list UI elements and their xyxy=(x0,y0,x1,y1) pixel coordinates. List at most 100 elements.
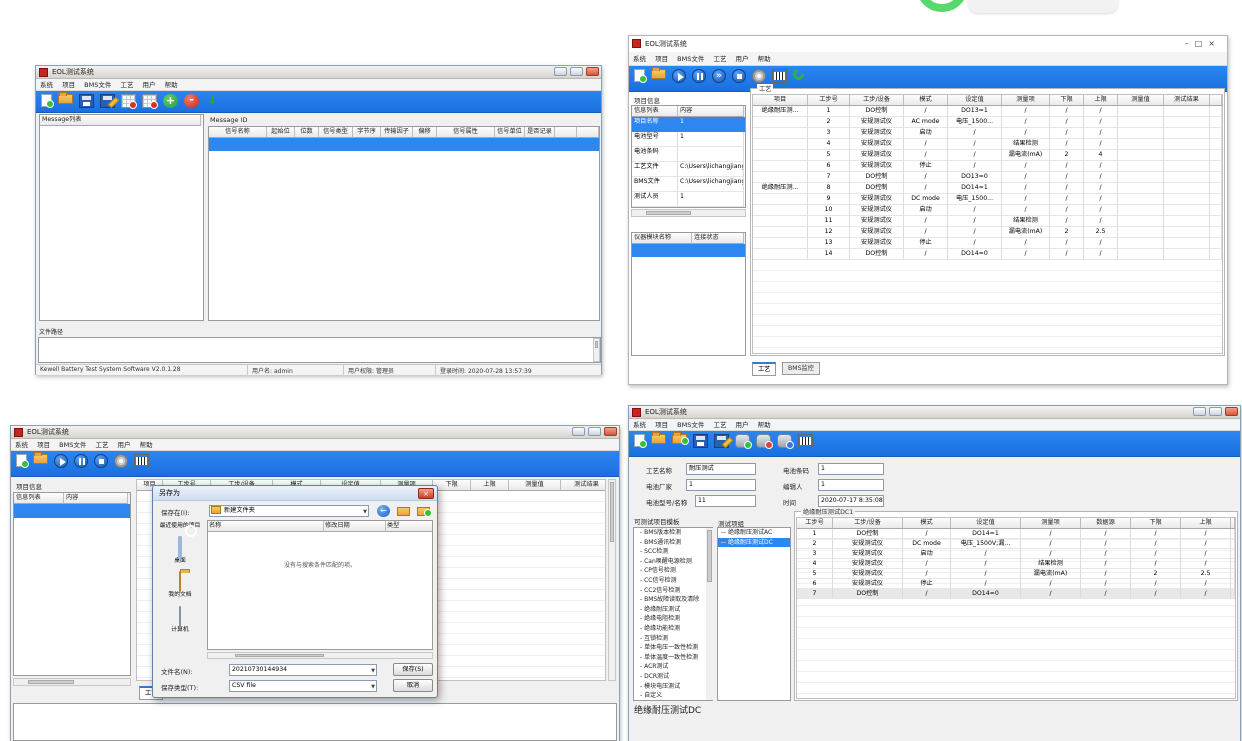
place-recent[interactable]: 最近使用的项目 xyxy=(157,523,203,530)
file-type-select[interactable]: CSV file xyxy=(229,680,377,692)
table-row[interactable]: 5安规测试仪//漏电流(mA)/22.5 xyxy=(797,569,1235,579)
header-cell[interactable]: 信号名称 xyxy=(209,127,267,138)
table-row[interactable] xyxy=(14,504,130,518)
sidebar-hscroll[interactable] xyxy=(631,209,746,217)
open-icon[interactable] xyxy=(651,434,666,444)
header-cell[interactable]: 信号单位 xyxy=(495,127,525,138)
header-cell[interactable]: 信息列表 xyxy=(632,106,678,117)
close-button[interactable]: × xyxy=(1208,39,1221,48)
header-cell[interactable]: 起始位 xyxy=(267,127,295,138)
menu-project[interactable]: 项目 xyxy=(37,439,50,451)
header-cell[interactable]: 模式 xyxy=(904,95,948,106)
maximize-button[interactable] xyxy=(1209,407,1222,416)
menu-bms-file[interactable]: BMS文件 xyxy=(677,52,704,66)
refresh-icon[interactable] xyxy=(791,67,806,82)
table-row[interactable]: 绝缘耐压测...8DO控制/DO14=1/// xyxy=(753,183,1222,194)
header-cell[interactable]: 下限 xyxy=(1131,518,1181,529)
file-name-input[interactable]: 20210730144934 xyxy=(229,664,377,676)
list-item[interactable]: - 绝缘功能检测 xyxy=(634,624,712,634)
table-row[interactable]: 测试人员1 xyxy=(632,192,745,207)
header-cell[interactable]: 测试结果 xyxy=(1164,95,1210,106)
minimize-button[interactable]: – xyxy=(1185,39,1195,48)
list-item[interactable]: - 绝缘耐压测试 xyxy=(634,605,712,615)
table-row[interactable]: 6安规测试仪停止//// xyxy=(753,161,1222,172)
header-cell[interactable]: 数据源 xyxy=(1081,518,1131,529)
header-cell[interactable]: 测量项 xyxy=(1021,518,1081,529)
sidebar-hscroll[interactable] xyxy=(13,678,131,686)
table-row[interactable]: 6安规测试仪停止///// xyxy=(797,579,1235,589)
table-row[interactable] xyxy=(632,244,745,257)
header-cell[interactable] xyxy=(1210,95,1222,106)
header-cell[interactable]: 工步号 xyxy=(808,95,850,106)
list-item[interactable]: - 单体温度一致性检测 xyxy=(634,653,712,663)
header-cell[interactable]: 上限 xyxy=(471,480,509,491)
header-cell[interactable]: 下限 xyxy=(433,480,471,491)
header-cell[interactable]: 传输因子 xyxy=(381,127,413,138)
menu-bms-file[interactable]: BMS文件 xyxy=(59,439,86,451)
save-edit-icon[interactable] xyxy=(714,434,729,448)
table-row[interactable]: 5安规测试仪//漏电流(mA)24 xyxy=(753,150,1222,161)
menu-user[interactable]: 用户 xyxy=(736,419,749,431)
play-icon[interactable] xyxy=(672,69,686,83)
header-cell[interactable]: 模式 xyxy=(903,518,951,529)
table-row[interactable]: 工艺文件C:\Users\lichangjiang\Desktop\ xyxy=(632,162,745,177)
header-cell[interactable]: 内容 xyxy=(678,106,744,117)
header-cell[interactable]: 信号类型 xyxy=(319,127,353,138)
header-cell[interactable] xyxy=(555,127,577,138)
barcode-icon[interactable] xyxy=(134,454,149,468)
minimize-button[interactable] xyxy=(1193,407,1206,416)
header-cell[interactable]: Message列表 xyxy=(40,115,201,126)
header-cell[interactable]: 设定值 xyxy=(948,95,1002,106)
tab-bms-monitor[interactable]: BMS监控 xyxy=(782,362,820,375)
table-row[interactable]: 电池条码 xyxy=(632,147,745,162)
maximize-button[interactable] xyxy=(588,427,601,436)
new-folder-icon[interactable] xyxy=(417,507,430,516)
table-row[interactable]: 电池型号1 xyxy=(632,132,745,147)
menu-system[interactable]: 系统 xyxy=(15,439,28,451)
place-computer[interactable]: 计算机 xyxy=(157,607,203,634)
list-item[interactable]: - Can唤醒电源检测 xyxy=(634,557,712,567)
header-cell[interactable]: 仪器模块名称 xyxy=(632,233,692,244)
steps-table[interactable]: 项目工步号工步/设备模式设定值测量项下限上限测量值测试结果绝缘耐压测...1DO… xyxy=(752,94,1223,354)
table-row[interactable]: 项目名称1 xyxy=(632,117,745,132)
list-item[interactable]: - ACR测试 xyxy=(634,662,712,672)
battery-maker-input[interactable]: 1 xyxy=(686,479,756,491)
menu-project[interactable]: 项目 xyxy=(655,419,668,431)
menu-process[interactable]: 工艺 xyxy=(120,79,133,91)
db-add-icon[interactable] xyxy=(735,434,750,448)
db-edit-icon[interactable] xyxy=(777,434,792,448)
forward-icon[interactable] xyxy=(712,69,726,83)
list-item[interactable]: - CC2信号检测 xyxy=(634,586,712,596)
new-icon[interactable] xyxy=(634,434,645,447)
table-row[interactable]: 绝缘耐压测...1DO控制/DO13=1/// xyxy=(753,106,1222,117)
pause-icon[interactable] xyxy=(74,454,88,468)
table-row[interactable]: 7DO控制/DO13=0/// xyxy=(753,172,1222,183)
list-item[interactable]: - BMS故障读取及清除 xyxy=(634,595,712,605)
file-list-hscroll[interactable] xyxy=(207,652,433,659)
header-cell[interactable]: 工步/设备 xyxy=(833,518,903,529)
title-bar[interactable]: EOL测试系统 –□× xyxy=(629,36,1227,52)
column-type[interactable]: 类型 xyxy=(386,521,432,532)
menu-help[interactable]: 帮助 xyxy=(758,52,771,66)
header-cell[interactable]: 下限 xyxy=(1050,95,1084,106)
list-item[interactable]: - BMS通讯检测 xyxy=(634,538,712,548)
message-list-panel[interactable]: Message列表 xyxy=(39,114,204,321)
menu-help[interactable]: 帮助 xyxy=(140,439,153,451)
save-edit-icon[interactable] xyxy=(100,94,115,108)
minimize-button[interactable] xyxy=(572,427,585,436)
table-row[interactable]: 3安规测试仪启动//// xyxy=(753,128,1222,139)
header-cell[interactable]: 设定值 xyxy=(951,518,1021,529)
pause-icon[interactable] xyxy=(692,69,706,83)
up-folder-icon[interactable] xyxy=(397,507,410,516)
menu-bms-file[interactable]: BMS文件 xyxy=(677,419,704,431)
process-name-input[interactable]: 耐压测试 xyxy=(686,463,756,475)
close-button[interactable] xyxy=(586,67,599,76)
play-icon[interactable] xyxy=(54,454,68,468)
open-icon[interactable] xyxy=(651,69,666,79)
column-date[interactable]: 修改日期 xyxy=(324,521,386,532)
column-name[interactable]: 名称 xyxy=(208,521,324,532)
table-export-icon[interactable] xyxy=(121,94,136,108)
header-cell[interactable]: 测量值 xyxy=(509,480,561,491)
barcode-icon[interactable] xyxy=(772,69,787,83)
list-item[interactable]: - 模块电压测试 xyxy=(634,682,712,692)
